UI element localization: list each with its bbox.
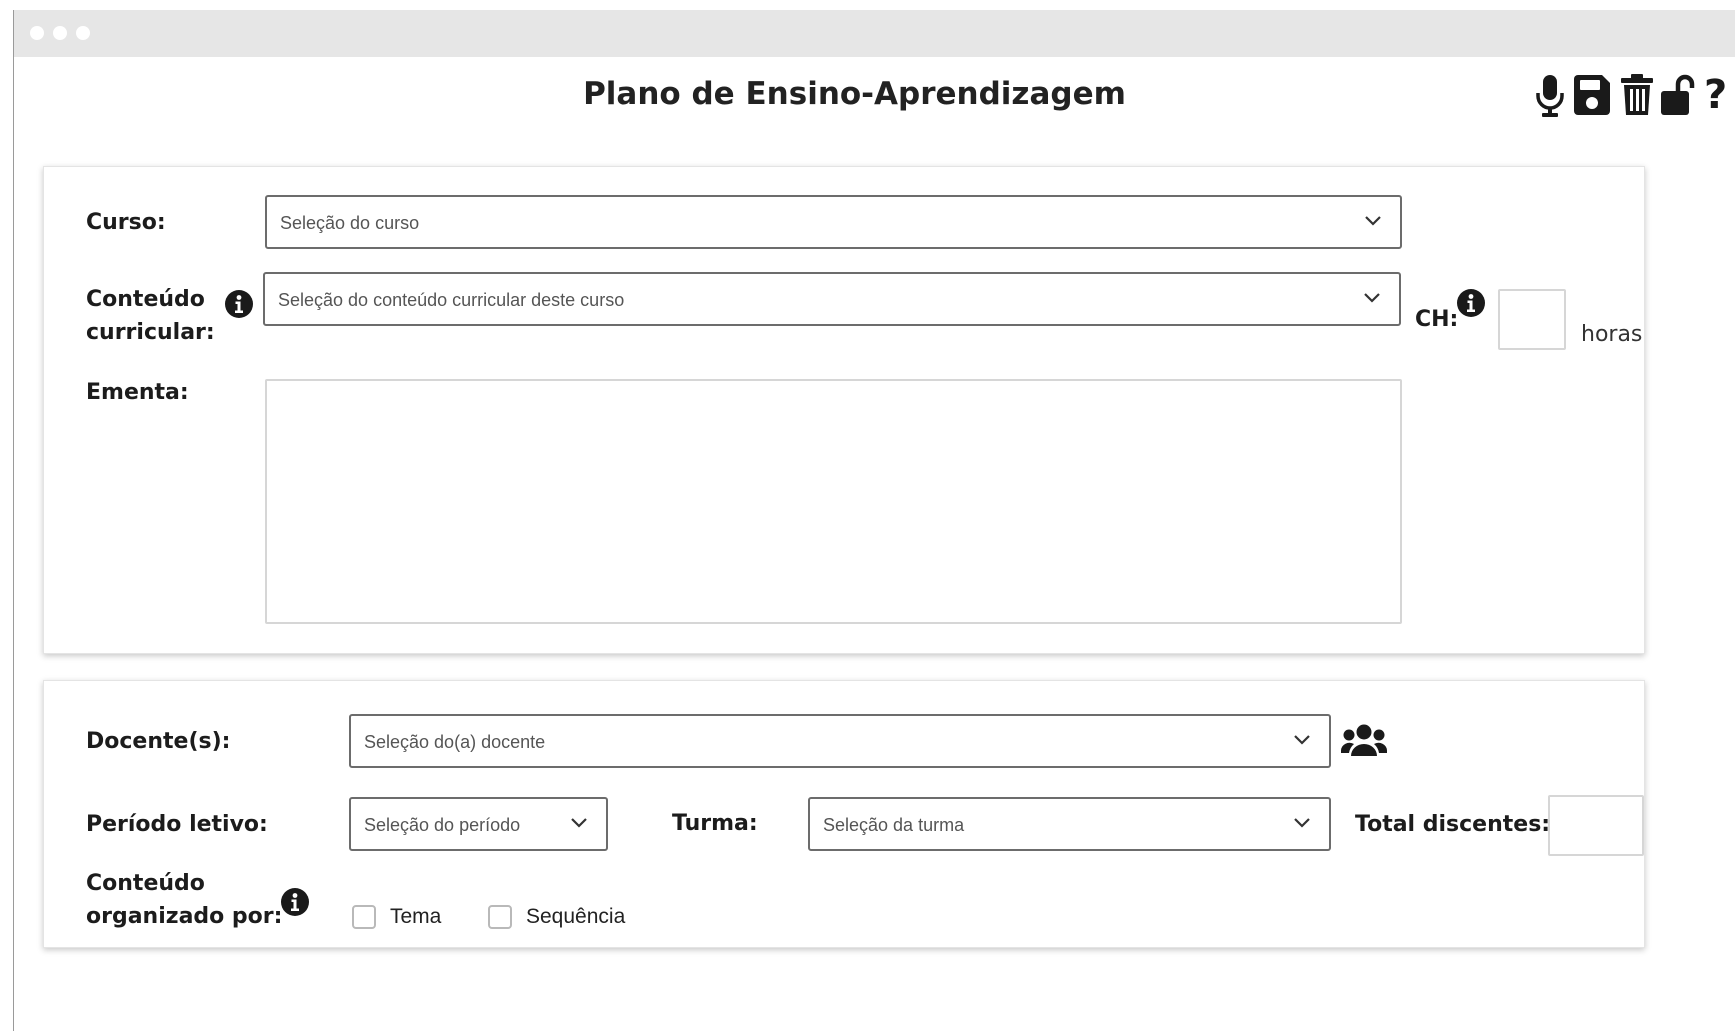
ch-input[interactable]: [1498, 289, 1566, 350]
periodo-select-text: Seleção do período: [364, 815, 521, 835]
periodo-select[interactable]: Seleção do período: [349, 797, 608, 851]
microphone-icon[interactable]: [1534, 73, 1566, 117]
info-icon[interactable]: [280, 887, 310, 917]
chevron-down-icon: [1364, 293, 1380, 303]
class-info-panel: Docente(s): Seleção do(a) docente Períod…: [43, 680, 1645, 948]
users-group-icon[interactable]: [1341, 723, 1387, 759]
ementa-label: Ementa:: [86, 380, 189, 405]
organizado-label-line2: organizado por:: [86, 904, 283, 929]
docente-label: Docente(s):: [86, 729, 231, 754]
trash-icon[interactable]: [1620, 73, 1654, 117]
sequencia-checkbox-label: Sequência: [526, 905, 626, 928]
conteudo-label-line1: Conteúdo: [86, 287, 205, 312]
horas-unit-label: horas: [1581, 322, 1643, 347]
window-titlebar: [14, 10, 1735, 57]
help-icon[interactable]: ?: [1704, 73, 1727, 117]
docente-select-text: Seleção do(a) docente: [364, 732, 546, 752]
info-icon[interactable]: [1456, 288, 1486, 318]
ementa-textarea[interactable]: [265, 379, 1402, 624]
toolbar: ?: [1530, 73, 1735, 117]
chevron-down-icon: [571, 818, 587, 828]
sequencia-checkbox[interactable]: [488, 905, 512, 929]
total-discentes-label: Total discentes:: [1355, 812, 1551, 837]
save-icon[interactable]: [1572, 73, 1612, 117]
docente-select[interactable]: Seleção do(a) docente: [349, 714, 1331, 768]
window-close-dot[interactable]: [30, 26, 44, 40]
window-maximize-dot[interactable]: [76, 26, 90, 40]
conteudo-label-line2: curricular:: [86, 320, 215, 345]
turma-label: Turma:: [672, 811, 758, 836]
page-title: Plano de Ensino-Aprendizagem: [583, 76, 1126, 112]
conteudo-select-text: Seleção do conteúdo curricular deste cur…: [278, 290, 625, 310]
turma-select-text: Seleção da turma: [823, 815, 965, 835]
organizado-label-line1: Conteúdo: [86, 871, 205, 896]
curso-select-text: Seleção do curso: [280, 213, 420, 233]
chevron-down-icon: [1365, 216, 1381, 226]
tema-checkbox-label: Tema: [390, 905, 442, 928]
curso-label: Curso:: [86, 210, 166, 235]
info-icon[interactable]: [224, 289, 254, 319]
curso-select[interactable]: Seleção do curso: [265, 195, 1402, 249]
tema-checkbox[interactable]: [352, 905, 376, 929]
conteudo-select[interactable]: Seleção do conteúdo curricular deste cur…: [263, 272, 1401, 326]
periodo-label: Período letivo:: [86, 812, 268, 837]
turma-select[interactable]: Seleção da turma: [808, 797, 1331, 851]
chevron-down-icon: [1294, 818, 1310, 828]
unlock-icon[interactable]: [1660, 73, 1698, 117]
ch-label: CH:: [1415, 307, 1459, 332]
chevron-down-icon: [1294, 735, 1310, 745]
window-minimize-dot[interactable]: [53, 26, 67, 40]
course-info-panel: Curso: Seleção do curso Conteúdo curricu…: [43, 166, 1645, 654]
total-discentes-input[interactable]: [1548, 795, 1644, 856]
